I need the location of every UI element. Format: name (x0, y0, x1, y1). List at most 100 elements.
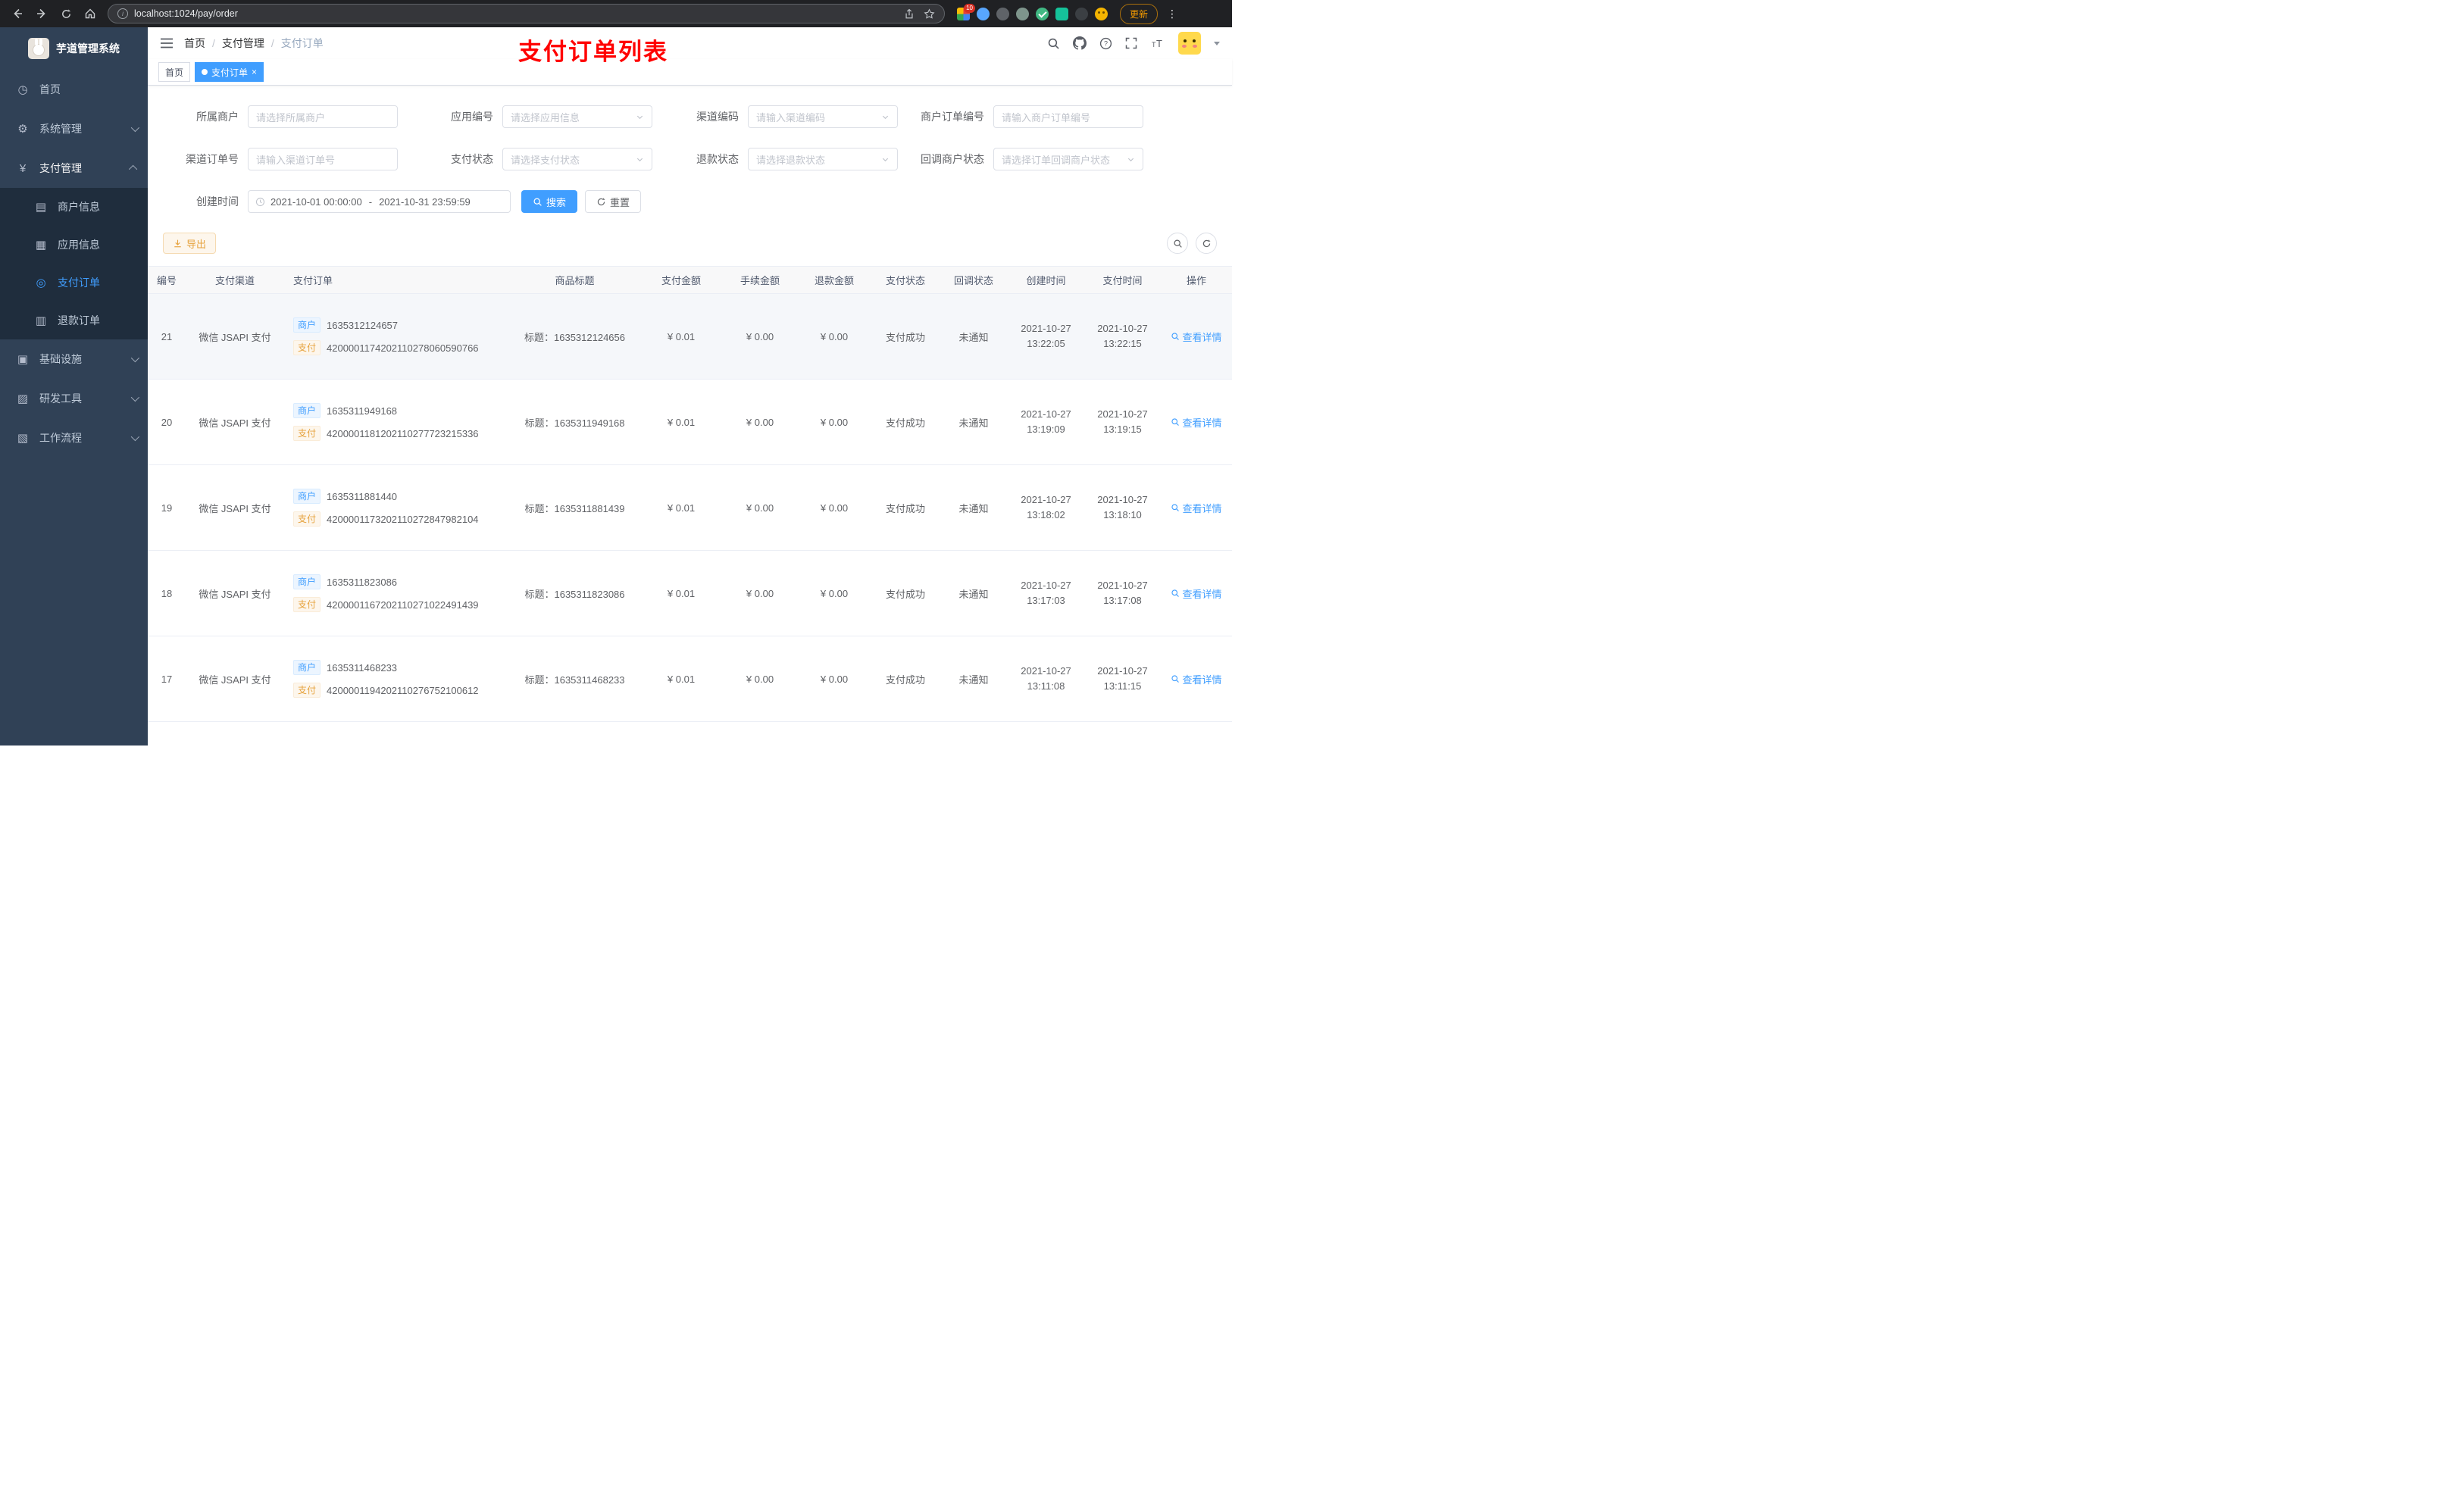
cell-create-time: 2021-10-27 13:22:05 (1008, 293, 1084, 380)
extension-icon[interactable] (1016, 7, 1029, 20)
tab-home[interactable]: 首页 (158, 62, 191, 82)
channel-code-select[interactable]: 请输入渠道编码 (748, 105, 898, 128)
site-info-icon[interactable]: i (117, 8, 128, 19)
cell-refund: ¥ 0.00 (797, 550, 871, 636)
sidebar: 芋道管理系统 ◷ 首页 ⚙ 系统管理 ¥ 支付管理 ▤ 商户信息 ▦ 应用信息 (0, 27, 148, 746)
cell-create-time: 2021-10-27 13:17:03 (1008, 550, 1084, 636)
col-pay-time: 支付时间 (1084, 266, 1161, 294)
back-icon[interactable] (8, 4, 27, 23)
cell-notify: 未通知 (940, 636, 1008, 722)
sidebar-item-app-info[interactable]: ▦ 应用信息 (0, 226, 148, 264)
caret-down-icon[interactable] (1214, 41, 1220, 45)
bookmark-star-icon[interactable] (924, 8, 935, 20)
home-icon[interactable] (80, 4, 100, 23)
github-icon[interactable] (1073, 36, 1087, 50)
col-status: 支付状态 (871, 266, 940, 294)
forward-icon[interactable] (32, 4, 52, 23)
view-detail-link[interactable]: 查看详情 (1171, 586, 1222, 601)
cell-action: 查看详情 (1161, 379, 1232, 465)
table-row: 18 微信 JSAPI 支付 商户 1635311823086 支付 4200001… (148, 550, 1232, 636)
sidebar-item-pay-order[interactable]: ◎ 支付订单 (0, 264, 148, 302)
sidebar-item-home[interactable]: ◷ 首页 (0, 70, 148, 109)
extension-icon[interactable] (996, 7, 1009, 20)
sidebar-item-payment[interactable]: ¥ 支付管理 (0, 148, 148, 188)
pay-status-select[interactable]: 请选择支付状态 (502, 148, 652, 170)
hamburger-icon[interactable] (160, 37, 174, 49)
sidebar-item-system[interactable]: ⚙ 系统管理 (0, 109, 148, 148)
field-label: 渠道编码 (696, 111, 739, 123)
search-icon[interactable] (1047, 37, 1060, 50)
channel-order-no-input[interactable]: 请输入渠道订单号 (248, 148, 398, 170)
table-row: 20 微信 JSAPI 支付 商户 1635311949168 支付 4200001… (148, 379, 1232, 465)
merchant-input[interactable]: 请选择所属商户 (248, 105, 398, 128)
cell-status: 支付成功 (871, 293, 940, 380)
view-detail-link[interactable]: 查看详情 (1171, 330, 1222, 344)
extension-icon[interactable] (1036, 7, 1049, 20)
sidebar-item-merchant-info[interactable]: ▤ 商户信息 (0, 188, 148, 226)
cell-action: 查看详情 (1161, 464, 1232, 551)
address-bar[interactable]: i localhost:1024/pay/order (108, 4, 945, 23)
sidebar-item-workflow[interactable]: ▧ 工作流程 (0, 418, 148, 458)
cell-channel: 微信 JSAPI 支付 (186, 636, 284, 722)
merchant-tag: 商户 (293, 317, 321, 333)
extension-icon[interactable] (1055, 7, 1068, 20)
tab-pay-order[interactable]: 支付订单 × (195, 62, 264, 82)
field-label: 回调商户状态 (921, 153, 984, 165)
breadcrumb-payment[interactable]: 支付管理 (222, 36, 264, 51)
cell-action: 查看详情 (1161, 636, 1232, 722)
help-icon[interactable]: ? (1099, 37, 1112, 50)
cell-order: 商户 1635311881440 支付 4200001173202110272847… (284, 464, 510, 551)
browser-update-button[interactable]: 更新 (1120, 3, 1159, 24)
notify-status-select[interactable]: 请选择订单回调商户状态 (993, 148, 1143, 170)
refresh-icon[interactable] (1196, 233, 1217, 254)
chevron-down-icon (636, 113, 644, 121)
chevron-down-icon (881, 113, 890, 121)
merchant-no: 1635312124657 (327, 319, 399, 331)
close-icon[interactable]: × (252, 67, 257, 77)
app-id-select[interactable]: 请选择应用信息 (502, 105, 652, 128)
table-row: 21 微信 JSAPI 支付 商户 1635312124657 支付 4200001… (148, 293, 1232, 380)
user-avatar[interactable] (1178, 32, 1201, 55)
field-label: 渠道订单号 (186, 153, 239, 165)
chevron-down-icon (636, 155, 644, 164)
view-detail-link[interactable]: 查看详情 (1171, 672, 1222, 686)
chevron-down-icon (130, 123, 140, 133)
fullscreen-icon[interactable] (1125, 37, 1137, 49)
share-icon[interactable] (904, 8, 915, 20)
app-logo: 芋道管理系统 (0, 27, 148, 70)
extension-icon[interactable]: 10 (957, 3, 975, 20)
reset-button[interactable]: 重置 (585, 190, 642, 213)
merchant-order-no-input[interactable]: 请输入商户订单编号 (993, 105, 1143, 128)
col-action: 操作 (1161, 266, 1232, 294)
url-text[interactable]: localhost:1024/pay/order (134, 8, 238, 19)
font-size-icon[interactable]: TT (1150, 37, 1165, 49)
view-detail-link[interactable]: 查看详情 (1171, 501, 1222, 515)
create-time-range-picker[interactable]: 2021-10-01 00:00:00 - 2021-10-31 23:59:5… (248, 190, 511, 213)
extension-icon[interactable] (1075, 7, 1088, 20)
pay-no: 4200001181202110277723215336 (327, 427, 479, 439)
active-dot-icon (202, 69, 208, 75)
reset-button-label: 重置 (610, 196, 630, 208)
sidebar-item-devtools[interactable]: ▨ 研发工具 (0, 379, 148, 418)
placeholder-text: 请输入商户订单编号 (1002, 111, 1091, 123)
sidebar-item-infrastructure[interactable]: ▣ 基础设施 (0, 339, 148, 379)
view-detail-link[interactable]: 查看详情 (1171, 415, 1222, 430)
merchant-tag: 商户 (293, 660, 321, 675)
profile-avatar-icon[interactable] (1095, 7, 1108, 20)
browser-menu-icon[interactable]: ⋮ (1167, 8, 1177, 20)
sidebar-item-refund-order[interactable]: ▥ 退款订单 (0, 302, 148, 339)
toggle-search-icon[interactable] (1167, 233, 1188, 254)
placeholder-text: 请选择支付状态 (511, 154, 580, 166)
cell-status: 支付成功 (871, 379, 940, 465)
table-row: 19 微信 JSAPI 支付 商户 1635311881440 支付 4200001… (148, 464, 1232, 551)
cell-amount: ¥ 0.01 (639, 636, 723, 722)
cell-fee: ¥ 0.00 (723, 636, 797, 722)
grid-icon: ▦ (35, 239, 47, 252)
refund-status-select[interactable]: 请选择退款状态 (748, 148, 898, 170)
extension-icon[interactable] (977, 7, 990, 20)
cell-notify: 未通知 (940, 379, 1008, 465)
reload-icon[interactable] (56, 4, 76, 23)
export-button[interactable]: 导出 (163, 233, 217, 254)
breadcrumb-home[interactable]: 首页 (184, 36, 205, 51)
search-button[interactable]: 搜索 (521, 190, 578, 213)
